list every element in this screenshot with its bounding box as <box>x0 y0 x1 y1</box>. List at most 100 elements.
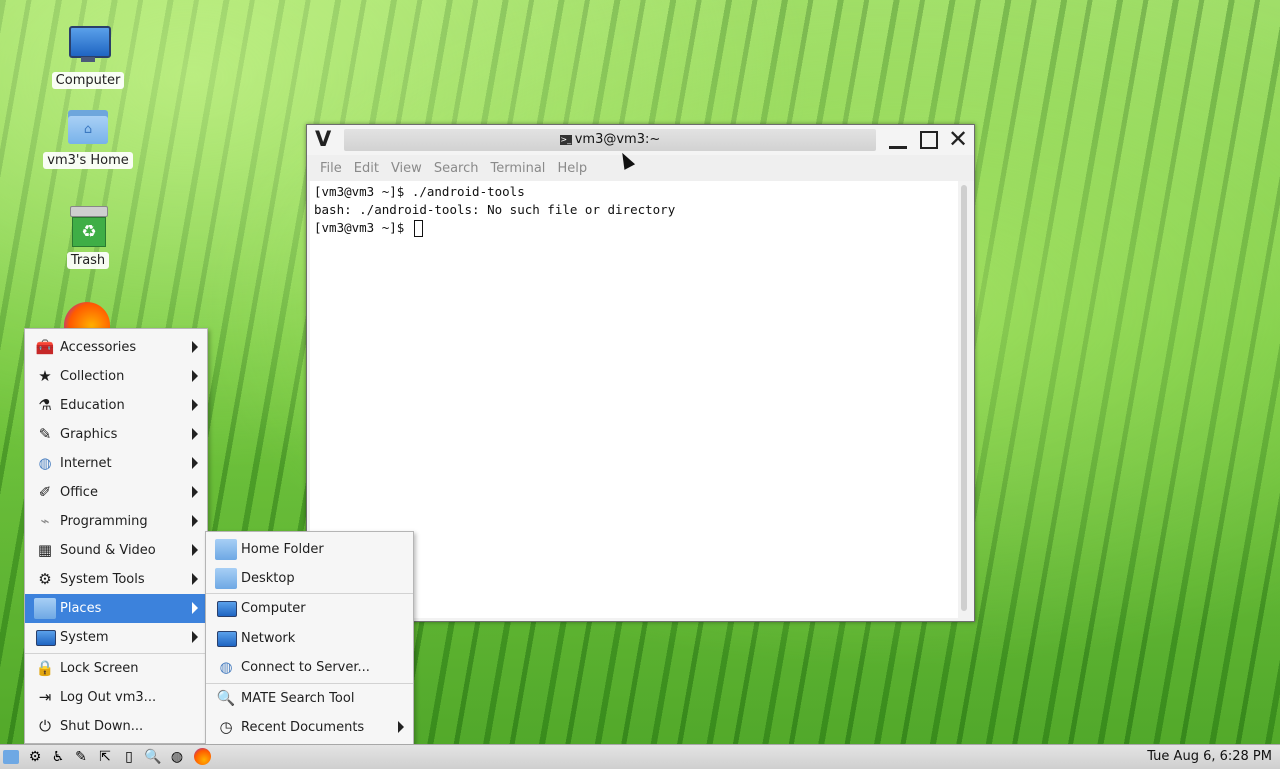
menu-item-label: Desktop <box>241 571 295 586</box>
terminal-menubar: File Edit View Search Terminal Help <box>307 155 974 181</box>
menu-item-internet[interactable]: ◍ Internet <box>25 449 207 478</box>
minimize-button[interactable] <box>887 129 909 151</box>
monitor-icon <box>36 630 56 646</box>
desktop-icon-home[interactable]: ⌂ vm3's Home <box>38 104 138 169</box>
menu-item-shut-down[interactable]: ⏻ Shut Down... <box>25 712 207 741</box>
firefox-icon[interactable] <box>194 748 212 766</box>
clipboard-icon[interactable]: ▯ <box>120 748 138 766</box>
network-globe-icon[interactable]: ◍ <box>168 748 186 766</box>
accessories-icon: 🧰 <box>35 338 55 356</box>
home-folder-icon: ⌂ <box>66 104 110 148</box>
places-item-desktop[interactable]: Desktop <box>206 564 413 593</box>
places-submenu: Home Folder Desktop Computer Network ◍ Co… <box>205 531 414 745</box>
exit-icon[interactable]: ⇱ <box>96 748 114 766</box>
terminal-scrollbar[interactable] <box>959 183 969 613</box>
menu-item-lock-screen[interactable]: 🔒 Lock Screen <box>25 654 207 683</box>
submenu-arrow-icon <box>192 399 198 411</box>
folder-icon <box>215 539 237 560</box>
menu-item-label: Home Folder <box>241 542 324 557</box>
terminal-line: bash: ./android-tools: No such file or d… <box>314 202 676 217</box>
submenu-arrow-icon <box>192 544 198 556</box>
graphics-icon: ✎ <box>38 425 52 443</box>
menu-item-sound-video[interactable]: ▦ Sound & Video <box>25 536 207 565</box>
submenu-arrow-icon <box>192 602 198 614</box>
window-menu-button[interactable]: V <box>315 127 331 151</box>
places-item-network[interactable]: Network <box>206 624 413 653</box>
search-icon: 🔍 <box>216 689 236 707</box>
menu-item-label: System Tools <box>60 572 145 587</box>
menu-item-label: Office <box>60 485 98 500</box>
submenu-arrow-icon <box>192 457 198 469</box>
terminal-prompt: [vm3@vm3 ~]$ <box>314 220 412 235</box>
gear-icon[interactable]: ⚙ <box>26 748 44 766</box>
submenu-arrow-icon <box>192 515 198 527</box>
menu-item-education[interactable]: ⚗ Education <box>25 391 207 420</box>
desktop-icon-computer[interactable]: Computer <box>38 24 138 89</box>
menu-item-label: Places <box>60 601 102 616</box>
menu-file[interactable]: File <box>320 161 342 176</box>
office-icon: ✐ <box>38 483 52 501</box>
menu-item-office[interactable]: ✐ Office <box>25 478 207 507</box>
terminal-icon: >_ <box>559 134 572 145</box>
accessibility-icon[interactable]: ♿ <box>49 748 67 766</box>
places-item-connect-to-server[interactable]: ◍ Connect to Server... <box>206 653 413 682</box>
desktop-icon-label: Trash <box>66 252 110 269</box>
menu-terminal[interactable]: Terminal <box>490 161 545 176</box>
places-item-recent-documents[interactable]: ◷ Recent Documents <box>206 713 413 742</box>
trash-icon: ♻ <box>66 204 110 248</box>
star-icon: ★ <box>38 367 52 385</box>
flask-icon: ⚗ <box>38 396 52 414</box>
power-icon: ⏻ <box>39 717 51 735</box>
menu-item-collection[interactable]: ★ Collection <box>25 362 207 391</box>
window-titlebar[interactable]: V >_ vm3@vm3:~ ✕ <box>307 125 974 155</box>
places-item-computer[interactable]: Computer <box>206 594 413 623</box>
submenu-arrow-icon <box>192 341 198 353</box>
menu-item-label: Programming <box>60 514 148 529</box>
globe-icon: ◍ <box>38 454 52 472</box>
film-icon: ▦ <box>37 541 53 559</box>
desktop-icon-label: Computer <box>51 72 125 89</box>
maximize-button[interactable] <box>918 129 940 151</box>
menu-item-system-tools[interactable]: ⚙ System Tools <box>25 565 207 594</box>
menu-edit[interactable]: Edit <box>354 161 379 176</box>
menu-item-places[interactable]: Places <box>25 594 207 623</box>
terminal-line: [vm3@vm3 ~]$ ./android-tools <box>314 184 525 199</box>
clock-icon: ◷ <box>219 718 233 736</box>
menu-item-label: Collection <box>60 369 125 384</box>
menu-item-programming[interactable]: ⌁ Programming <box>25 507 207 536</box>
menu-view[interactable]: View <box>391 161 422 176</box>
submenu-arrow-icon <box>192 428 198 440</box>
menu-item-label: Sound & Video <box>60 543 156 558</box>
menu-search[interactable]: Search <box>434 161 479 176</box>
menu-item-label: Lock Screen <box>60 661 139 676</box>
bottom-panel: ⚙ ♿ ✎ ⇱ ▯ 🔍 ◍ Tue Aug 6, 6:28 PM <box>0 744 1280 769</box>
scrollbar-thumb[interactable] <box>961 185 967 611</box>
places-item-mate-search-tool[interactable]: 🔍 MATE Search Tool <box>206 684 413 713</box>
menu-item-accessories[interactable]: 🧰 Accessories <box>25 333 207 362</box>
places-item-home-folder[interactable]: Home Folder <box>206 535 413 564</box>
menu-item-system[interactable]: System <box>25 623 207 652</box>
globe-icon: ◍ <box>219 658 233 676</box>
menu-item-label: System <box>60 630 109 645</box>
folder-icon <box>34 598 56 619</box>
menu-item-label: MATE Search Tool <box>241 691 355 706</box>
window-title[interactable]: >_ vm3@vm3:~ <box>344 129 876 151</box>
menu-item-label: Computer <box>241 601 306 616</box>
notes-icon[interactable]: ✎ <box>72 748 90 766</box>
desktop-icon-trash[interactable]: ♻ Trash <box>38 204 138 269</box>
menu-item-label: Internet <box>60 456 112 471</box>
menu-item-label: Education <box>60 398 125 413</box>
close-button[interactable]: ✕ <box>947 127 969 151</box>
panel-clock[interactable]: Tue Aug 6, 6:28 PM <box>1147 749 1272 764</box>
computer-icon <box>66 24 111 68</box>
menu-help[interactable]: Help <box>557 161 587 176</box>
search-icon[interactable]: 🔍 <box>144 748 162 766</box>
applications-menu: 🧰 Accessories ★ Collection ⚗ Education ✎ Gra… <box>24 328 208 744</box>
menu-item-log-out[interactable]: ⇥ Log Out vm3... <box>25 683 207 712</box>
menu-item-label: Recent Documents <box>241 720 365 735</box>
menu-item-graphics[interactable]: ✎ Graphics <box>25 420 207 449</box>
text-cursor <box>413 220 423 237</box>
logout-icon: ⇥ <box>38 688 52 706</box>
monitor-icon <box>217 601 237 617</box>
menu-folder-icon[interactable] <box>2 748 20 766</box>
